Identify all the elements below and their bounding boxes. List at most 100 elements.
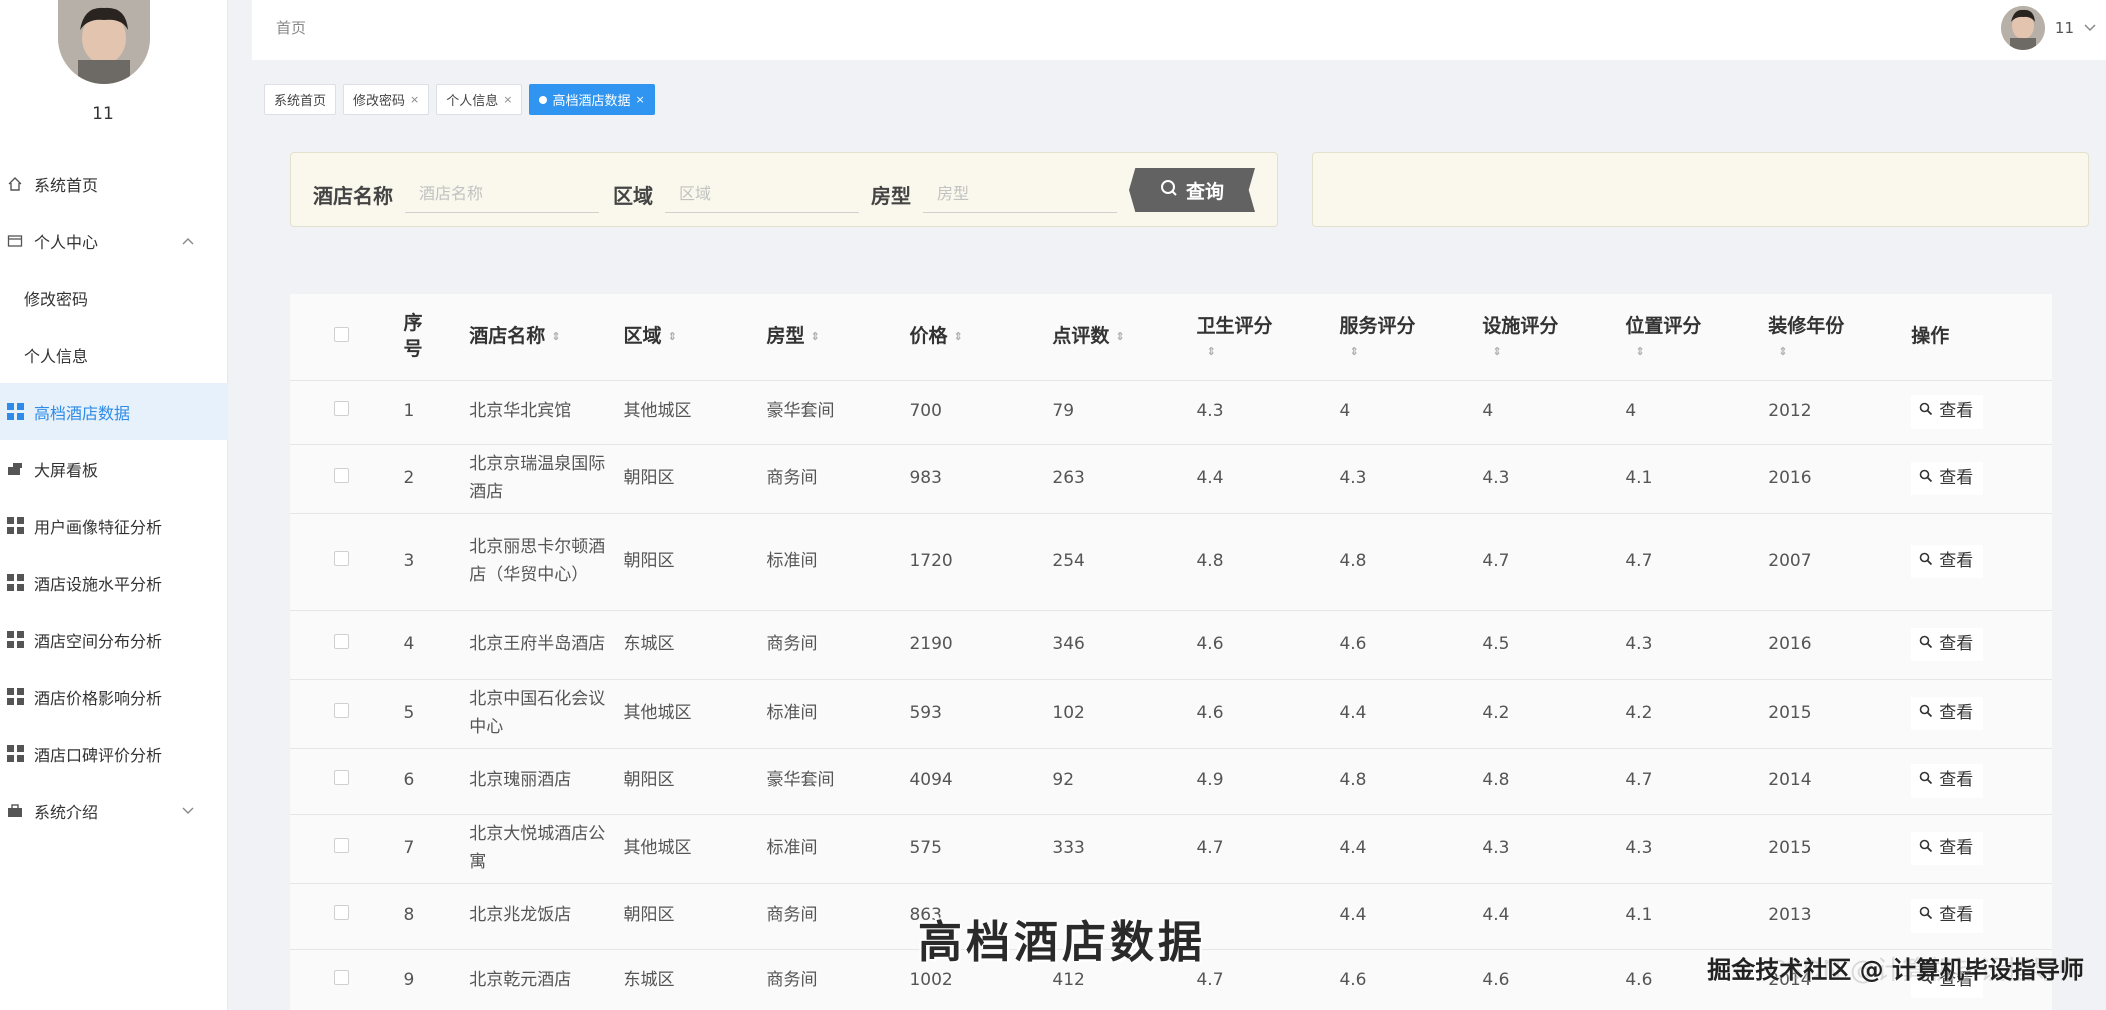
column-header-name[interactable]: 酒店名称 ⇕: [469, 294, 624, 381]
row-checkbox[interactable]: [334, 550, 349, 566]
sidebar-item-1[interactable]: 个人中心: [0, 212, 228, 269]
tab-bar: 系统首页 修改密码 × 个人信息 × 高档酒店数据 ×: [264, 84, 655, 115]
header-avatar[interactable]: [2000, 6, 2045, 50]
cell-hygiene: 4.7: [1196, 949, 1340, 1010]
sidebar-item-label: 高档酒店数据: [34, 403, 131, 423]
row-select-cell: [290, 380, 404, 445]
column-header-reviews[interactable]: 点评数 ⇕: [1052, 294, 1197, 381]
row-checkbox[interactable]: [334, 467, 349, 483]
row-checkbox[interactable]: [334, 905, 349, 921]
sidebar-item-label: 用户画像特征分析: [34, 517, 163, 537]
sort-icon[interactable]: ⇕: [1196, 345, 1331, 360]
row-checkbox[interactable]: [334, 401, 349, 417]
select-all-checkbox[interactable]: [334, 326, 349, 342]
view-button[interactable]: 查看: [1911, 831, 1984, 866]
table-row: 7 北京大悦城酒店公寓 其他城区 标准间 575 333 4.7 4.4 4.3 4.3 2015 查…: [290, 814, 2052, 884]
sidebar-item-7[interactable]: 酒店设施水平分析: [0, 554, 228, 611]
column-header-location[interactable]: 位置评分 ⇕: [1625, 294, 1769, 381]
room-type-input[interactable]: [923, 175, 1117, 213]
cell-price: 1720: [909, 513, 1053, 611]
cell-reviews: 102: [1052, 679, 1197, 749]
column-header-room[interactable]: 房型 ⇕: [766, 294, 910, 381]
sidebar-item-4[interactable]: 高档酒店数据: [0, 383, 228, 440]
cell-room: 标准间: [766, 679, 910, 749]
row-checkbox[interactable]: [334, 837, 349, 853]
cell-price: 4094: [909, 748, 1053, 815]
tab-2[interactable]: 个人信息 ×: [436, 84, 523, 115]
cell-no: 2: [403, 444, 470, 514]
select-all-cell: [290, 294, 404, 381]
sidebar-item-label: 酒店价格影响分析: [34, 688, 163, 708]
tab-3[interactable]: 高档酒店数据 ×: [529, 84, 655, 115]
row-checkbox[interactable]: [334, 633, 349, 649]
sort-icon[interactable]: ⇕: [551, 331, 560, 342]
cell-service: 4.3: [1339, 444, 1483, 514]
column-header-year[interactable]: 装修年份 ⇕: [1768, 294, 1912, 381]
cell-name: 北京华北宾馆: [469, 380, 624, 445]
view-button-label: 查看: [1939, 401, 1974, 422]
close-icon[interactable]: ×: [636, 93, 645, 106]
cell-service: 4: [1339, 380, 1483, 445]
sort-icon[interactable]: ⇕: [1482, 345, 1617, 360]
chevron-down-icon: [182, 804, 194, 818]
sidebar-item-label: 酒店设施水平分析: [34, 574, 163, 594]
table-row: 4 北京王府半岛酒店 东城区 商务间 2190 346 4.6 4.6 4.5 4.3 2016 查看: [290, 610, 2052, 680]
sort-icon[interactable]: ⇕: [1625, 345, 1760, 360]
view-button[interactable]: 查看: [1911, 395, 1984, 429]
cell-location: 4.3: [1625, 814, 1769, 884]
view-button[interactable]: 查看: [1911, 627, 1984, 662]
cell-location: 4.1: [1625, 883, 1769, 950]
sidebar-item-8[interactable]: 酒店空间分布分析: [0, 611, 228, 668]
column-header-hygiene[interactable]: 卫生评分 ⇕: [1196, 294, 1340, 381]
sort-icon[interactable]: ⇕: [953, 331, 962, 342]
cell-year: 2016: [1768, 444, 1912, 514]
sort-icon[interactable]: ⇕: [668, 331, 677, 342]
view-button[interactable]: 查看: [1911, 696, 1984, 731]
cell-facility: 4.4: [1482, 883, 1626, 950]
avatar[interactable]: [58, 0, 150, 84]
cell-location: 4: [1625, 380, 1769, 445]
cell-hygiene: 4.3: [1196, 380, 1340, 445]
sidebar-item-label: 系统首页: [34, 175, 99, 195]
column-header-service[interactable]: 服务评分 ⇕: [1339, 294, 1483, 381]
sidebar-item-2[interactable]: 修改密码: [0, 269, 228, 326]
sort-icon[interactable]: ⇕: [1339, 345, 1474, 360]
sort-icon[interactable]: ⇕: [811, 331, 820, 342]
view-button[interactable]: 查看: [1911, 899, 1984, 933]
tab-0[interactable]: 系统首页: [264, 84, 337, 115]
close-icon[interactable]: ×: [410, 93, 419, 106]
cell-name: 北京王府半岛酒店: [469, 610, 624, 680]
cell-action: 查看: [1911, 444, 2052, 514]
view-button[interactable]: 查看: [1911, 544, 1984, 579]
column-header-area[interactable]: 区域 ⇕: [623, 294, 767, 381]
column-header-price[interactable]: 价格 ⇕: [909, 294, 1053, 381]
cell-year: 2012: [1768, 380, 1912, 445]
column-header-label: 位置评分: [1625, 314, 1702, 337]
sidebar-item-6[interactable]: 用户画像特征分析: [0, 497, 228, 554]
sidebar-item-11[interactable]: 系统介绍: [0, 782, 228, 839]
tab-1[interactable]: 修改密码 ×: [343, 84, 430, 115]
sidebar-item-10[interactable]: 酒店口碑评价分析: [0, 725, 228, 782]
sidebar-item-0[interactable]: 系统首页: [0, 155, 228, 212]
cell-hygiene: 4.9: [1196, 748, 1340, 815]
hotel-name-input[interactable]: [405, 175, 599, 213]
search-button[interactable]: 查询: [1129, 168, 1255, 212]
view-button[interactable]: 查看: [1911, 764, 1984, 798]
row-select-cell: [290, 513, 404, 611]
sidebar-item-5[interactable]: 大屏看板: [0, 440, 228, 497]
sort-icon[interactable]: ⇕: [1115, 331, 1124, 342]
user-menu[interactable]: 11: [2000, 6, 2096, 50]
row-checkbox[interactable]: [334, 970, 349, 986]
sidebar-item-9[interactable]: 酒店价格影响分析: [0, 668, 228, 725]
sidebar-item-3[interactable]: 个人信息: [0, 326, 228, 383]
view-button[interactable]: 查看: [1911, 461, 1984, 496]
cell-no: 7: [403, 814, 470, 884]
breadcrumb[interactable]: 首页: [276, 17, 306, 38]
area-input[interactable]: [665, 175, 859, 213]
row-checkbox[interactable]: [334, 702, 349, 718]
column-header-facility[interactable]: 设施评分 ⇕: [1482, 294, 1626, 381]
view-button-label: 查看: [1939, 905, 1974, 926]
sort-icon[interactable]: ⇕: [1768, 345, 1903, 360]
close-icon[interactable]: ×: [503, 93, 512, 106]
row-checkbox[interactable]: [334, 770, 349, 786]
